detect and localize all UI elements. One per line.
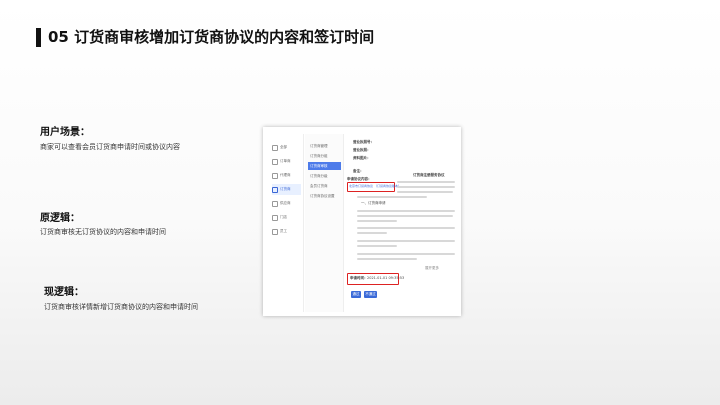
text-line	[357, 245, 397, 247]
text-line	[357, 253, 455, 255]
text-line	[357, 258, 417, 260]
field-label: 营业执照：	[353, 148, 371, 152]
text-line	[397, 186, 455, 188]
text-line	[357, 215, 453, 217]
title-accent-bar	[36, 28, 41, 47]
page-title: 05 订货商审核增加订货商协议的内容和签订时间	[48, 28, 375, 46]
reject-button[interactable]: 不通过	[364, 291, 377, 298]
nav-icon	[272, 144, 278, 151]
secondary-nav-item-active[interactable]: 订货商审核	[308, 162, 341, 170]
text-line	[397, 181, 455, 183]
apply-time-value: 2021-01-01 09:35:53	[367, 276, 405, 280]
field-label: 资料图片：	[353, 156, 371, 160]
text-line	[397, 191, 453, 193]
embedded-screenshot: 全部 订单商 代理商 订货商 供应商 门店 员工 订货商管理 订货商分组 订货商…	[263, 127, 461, 316]
nav-label: 员工	[280, 229, 287, 233]
new-logic-text: 订货商审核详情新增订货商协议的内容和申请时间	[44, 303, 198, 311]
nav-label: 供应商	[280, 201, 291, 205]
primary-nav: 全部 订单商 代理商 订货商 供应商 门店 员工	[270, 134, 304, 312]
secondary-nav-item[interactable]: 订货商分级	[308, 172, 341, 180]
agreement-value[interactable]: 北京市订货商协议 （订货商协议版本）	[349, 184, 401, 188]
new-logic-heading: 现逻辑：	[44, 287, 84, 298]
secondary-nav-item[interactable]: 会员订货商	[308, 182, 341, 190]
nav-label: 订货商	[280, 187, 291, 191]
approve-button[interactable]: 通过	[351, 291, 361, 298]
secondary-nav-item[interactable]: 订货商管理	[308, 142, 341, 150]
text-line	[357, 227, 455, 229]
detail-panel: 营业执照号： 营业执照： 资料图片： 备注： 申请协议内容： 北京市订货商协议 …	[347, 134, 457, 312]
text-line	[357, 210, 455, 212]
nav-label: 门店	[280, 215, 287, 219]
nav-icon	[272, 214, 278, 221]
primary-nav-item-agent[interactable]: 代理商	[272, 170, 301, 181]
primary-nav-item-staff[interactable]: 员工	[272, 226, 301, 237]
nav-icon	[272, 228, 278, 235]
scenario-heading: 用户场景：	[40, 127, 90, 138]
secondary-nav-item[interactable]: 订货商协议设置	[308, 192, 341, 200]
nav-icon	[272, 158, 278, 165]
apply-time-label: 申请时间：	[350, 276, 368, 280]
nav-label: 代理商	[280, 173, 291, 177]
text-line	[357, 240, 455, 242]
nav-icon	[272, 172, 278, 179]
primary-nav-item-all[interactable]: 全部	[272, 142, 301, 153]
field-label: 备注：	[353, 169, 364, 173]
field-label: 营业执照号：	[353, 140, 374, 144]
expand-more-link[interactable]: 展开更多	[425, 266, 439, 271]
primary-nav-item-supplier[interactable]: 供应商	[272, 198, 301, 209]
primary-nav-item-store[interactable]: 门店	[272, 212, 301, 223]
nav-icon	[272, 186, 278, 193]
secondary-nav-item[interactable]: 订货商分组	[308, 152, 341, 160]
nav-label: 全部	[280, 145, 287, 149]
primary-nav-item-dealer[interactable]: 订货商	[272, 184, 301, 195]
primary-nav-item-orders[interactable]: 订单商	[272, 156, 301, 167]
agreement-title: 订货商注册服务协议	[413, 173, 445, 177]
nav-label: 订单商	[280, 159, 291, 163]
secondary-nav: 订货商管理 订货商分组 订货商审核 订货商分级 会员订货商 订货商协议设置	[305, 134, 344, 312]
scenario-text: 商家可以查看会员订货商申请时间或协议内容	[40, 143, 180, 151]
old-logic-heading: 原逻辑：	[40, 213, 80, 224]
section-label: 一、订货商申请	[361, 201, 386, 205]
old-logic-text: 订货商审核无订货协议的内容和申请时间	[40, 228, 166, 236]
nav-icon	[272, 200, 278, 207]
text-line	[357, 196, 427, 198]
text-line	[357, 220, 397, 222]
text-line	[357, 232, 387, 234]
